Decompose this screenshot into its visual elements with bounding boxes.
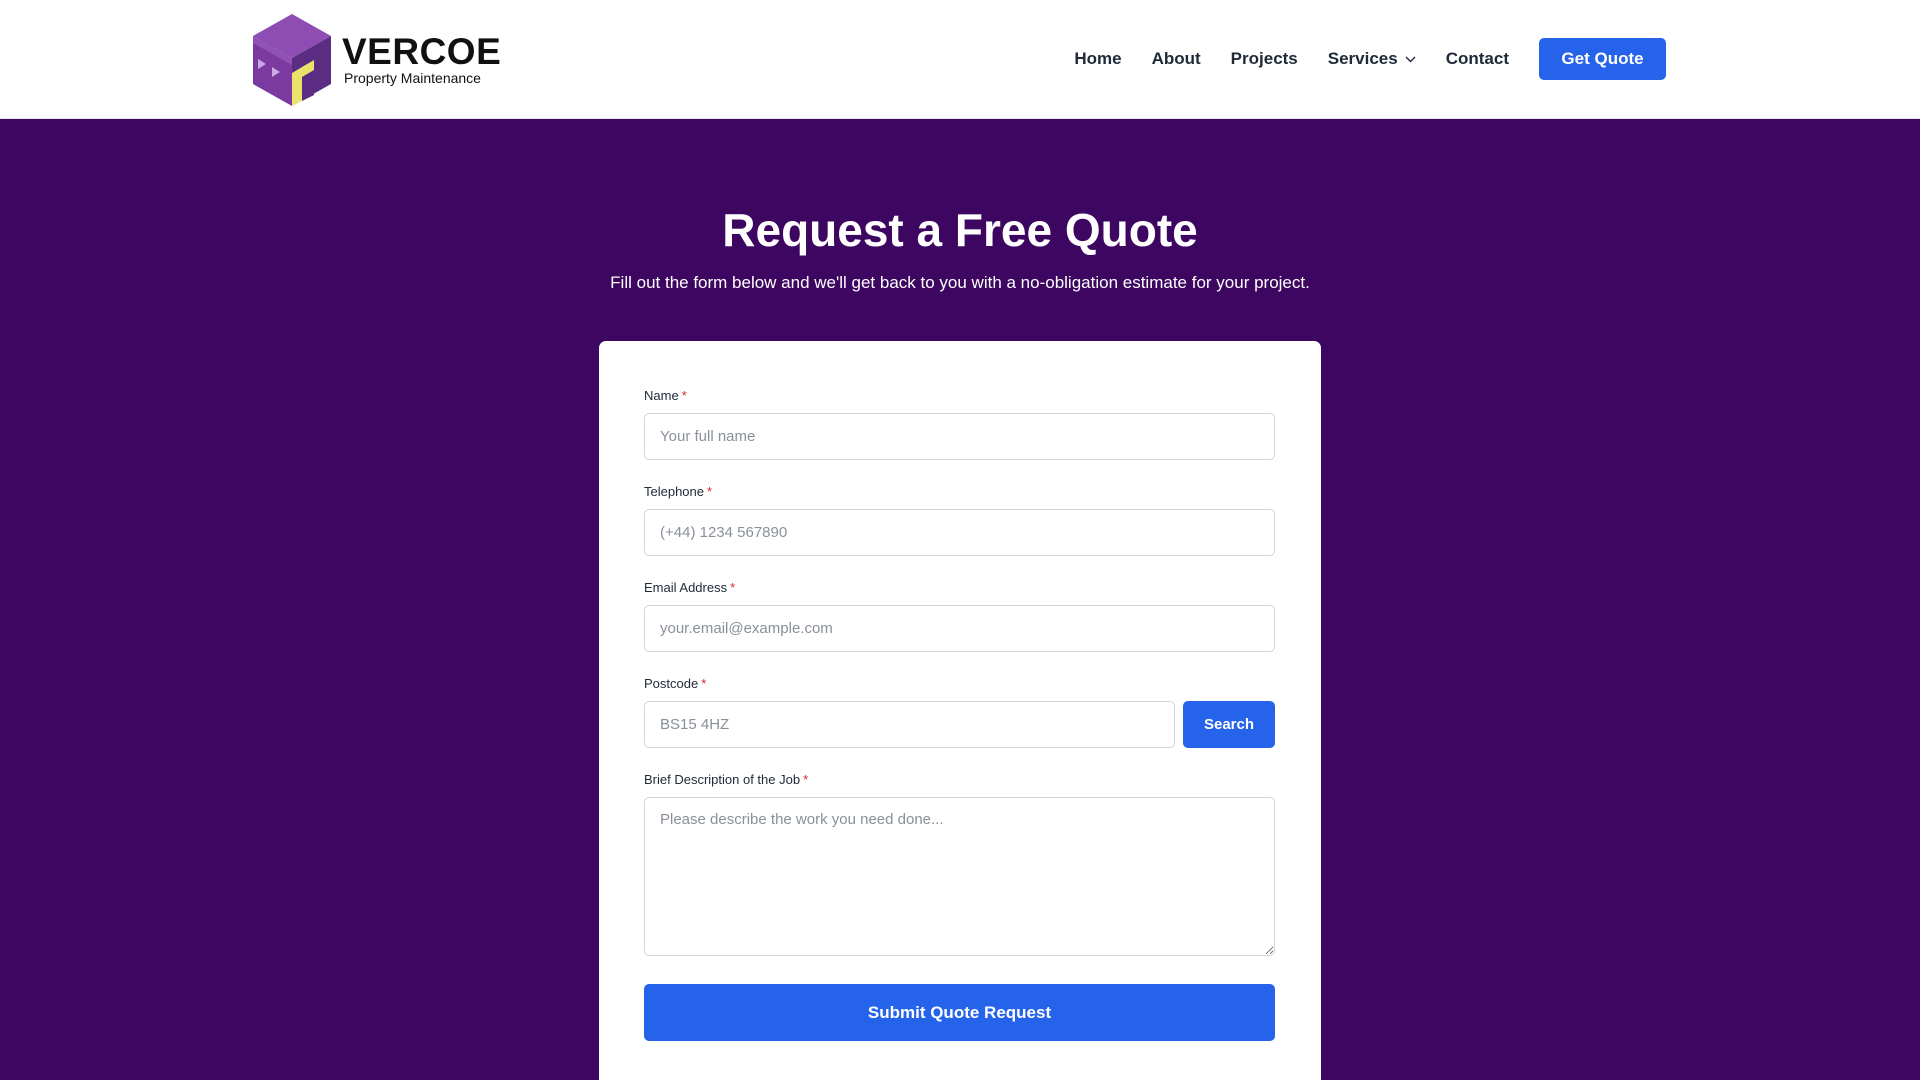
site-header: VERCOE Property Maintenance Home About P… <box>0 0 1920 119</box>
postcode-field-group: Postcode* Search <box>644 676 1275 748</box>
telephone-field-group: Telephone * <box>644 484 1275 556</box>
page-subtitle: Fill out the form below and we'll get ba… <box>610 273 1310 292</box>
name-field-group: Name * <box>644 388 1275 460</box>
email-label: Email Address * <box>644 580 736 595</box>
name-input[interactable] <box>644 413 1275 460</box>
brand-logo[interactable]: VERCOE Property Maintenance <box>252 13 501 107</box>
nav-services-link[interactable]: Services <box>1328 49 1416 69</box>
page-title: Request a Free Quote <box>722 204 1198 256</box>
nav-home-link[interactable]: Home <box>1074 49 1121 69</box>
nav-projects-link[interactable]: Projects <box>1231 49 1298 69</box>
chevron-down-icon <box>1405 56 1416 62</box>
get-quote-button[interactable]: Get Quote <box>1539 38 1666 80</box>
required-marker: * <box>730 580 736 595</box>
postcode-row: Search <box>644 701 1275 748</box>
telephone-label: Telephone * <box>644 484 713 499</box>
description-field-group: Brief Description of the Job * <box>644 772 1275 956</box>
postcode-input[interactable] <box>644 701 1175 748</box>
email-input[interactable] <box>644 605 1275 652</box>
nav-services-label: Services <box>1327 49 1398 68</box>
postcode-search-button[interactable]: Search <box>1183 701 1275 748</box>
required-marker: * <box>803 772 809 787</box>
main-nav: Home About Projects Services Contact Get… <box>1074 38 1666 80</box>
email-field-group: Email Address * <box>644 580 1275 652</box>
postcode-label: Postcode * <box>644 676 707 691</box>
required-marker: * <box>707 484 713 499</box>
required-marker: * <box>701 676 707 691</box>
description-label: Brief Description of the Job * <box>644 772 809 787</box>
name-label: Name * <box>644 388 687 403</box>
nav-about-link[interactable]: About <box>1152 49 1201 69</box>
brand-name: VERCOE <box>342 31 502 72</box>
quote-form: Name* Telephone* Email Address* Postcode… <box>599 341 1321 1080</box>
description-textarea[interactable] <box>644 797 1275 956</box>
nav-contact-link[interactable]: Contact <box>1446 49 1509 69</box>
house-cube-logo-icon <box>253 14 331 106</box>
submit-quote-button[interactable]: Submit Quote Request <box>644 984 1275 1041</box>
telephone-input[interactable] <box>644 509 1275 556</box>
required-marker: * <box>681 388 687 403</box>
brand-tagline: Property Maintenance <box>344 70 481 86</box>
